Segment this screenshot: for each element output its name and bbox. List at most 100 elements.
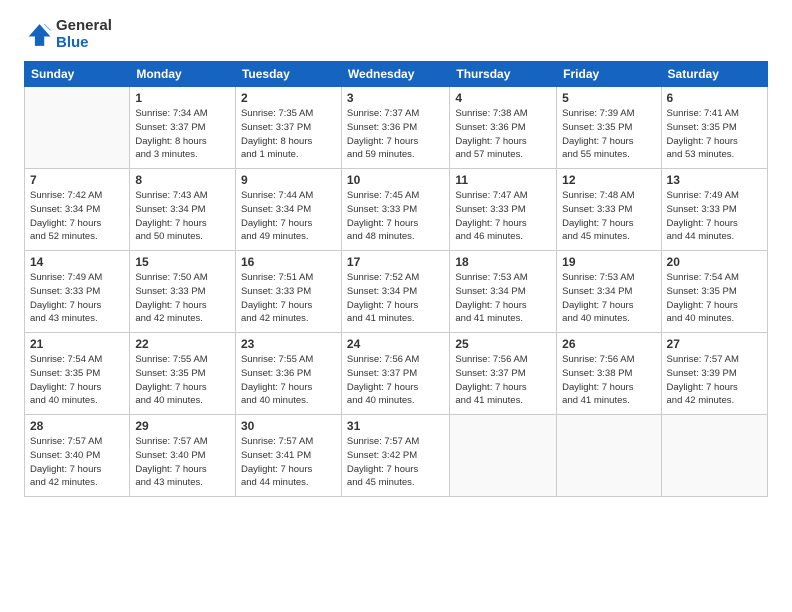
logo-icon: [24, 21, 52, 49]
calendar-cell: 11 Sunrise: 7:47 AMSunset: 3:33 PMDayligh…: [450, 169, 557, 251]
day-number: 8: [135, 173, 230, 187]
header: General Blue: [24, 18, 768, 51]
day-info: Sunrise: 7:37 AMSunset: 3:36 PMDaylight:…: [347, 107, 444, 162]
calendar-cell: 21 Sunrise: 7:54 AMSunset: 3:35 PMDayligh…: [25, 333, 130, 415]
day-info: Sunrise: 7:51 AMSunset: 3:33 PMDaylight:…: [241, 271, 336, 326]
calendar-header-row: SundayMondayTuesdayWednesdayThursdayFrid…: [25, 62, 768, 87]
day-info: Sunrise: 7:38 AMSunset: 3:36 PMDaylight:…: [455, 107, 551, 162]
day-info: Sunrise: 7:57 AMSunset: 3:39 PMDaylight:…: [667, 353, 762, 408]
day-number: 19: [562, 255, 655, 269]
day-number: 26: [562, 337, 655, 351]
day-number: 28: [30, 419, 124, 433]
day-info: Sunrise: 7:56 AMSunset: 3:37 PMDaylight:…: [347, 353, 444, 408]
day-number: 30: [241, 419, 336, 433]
calendar-cell: 19Sunrise: 7:53 AMSunset: 3:34 PMDayligh…: [557, 251, 661, 333]
calendar-cell: 3 Sunrise: 7:37 AMSunset: 3:36 PMDaylight…: [341, 87, 449, 169]
day-info: Sunrise: 7:56 AMSunset: 3:38 PMDaylight:…: [562, 353, 655, 408]
day-info: Sunrise: 7:57 AMSunset: 3:42 PMDaylight:…: [347, 435, 444, 490]
day-info: Sunrise: 7:44 AMSunset: 3:34 PMDaylight:…: [241, 189, 336, 244]
calendar-cell: 4 Sunrise: 7:38 AMSunset: 3:36 PMDaylight…: [450, 87, 557, 169]
calendar-cell: [450, 415, 557, 497]
logo-line1: General: [56, 18, 112, 35]
weekday-header: Monday: [130, 62, 236, 87]
day-info: Sunrise: 7:43 AMSunset: 3:34 PMDaylight:…: [135, 189, 230, 244]
calendar-cell: 6Sunrise: 7:41 AMSunset: 3:35 PMDaylight…: [661, 87, 767, 169]
calendar-cell: 14Sunrise: 7:49 AMSunset: 3:33 PMDayligh…: [25, 251, 130, 333]
weekday-header: Thursday: [450, 62, 557, 87]
day-info: Sunrise: 7:54 AMSunset: 3:35 PMDaylight:…: [30, 353, 124, 408]
calendar-cell: 7Sunrise: 7:42 AMSunset: 3:34 PMDaylight…: [25, 169, 130, 251]
calendar-cell: 2Sunrise: 7:35 AMSunset: 3:37 PMDaylight…: [235, 87, 341, 169]
calendar-cell: 13 Sunrise: 7:49 AMSunset: 3:33 PMDayligh…: [661, 169, 767, 251]
day-number: 1: [135, 91, 230, 105]
calendar-cell: 15 Sunrise: 7:50 AMSunset: 3:33 PMDayligh…: [130, 251, 236, 333]
calendar-cell: 16 Sunrise: 7:51 AMSunset: 3:33 PMDayligh…: [235, 251, 341, 333]
day-number: 17: [347, 255, 444, 269]
day-number: 5: [562, 91, 655, 105]
day-number: 16: [241, 255, 336, 269]
day-info: Sunrise: 7:50 AMSunset: 3:33 PMDaylight:…: [135, 271, 230, 326]
day-info: Sunrise: 7:39 AMSunset: 3:35 PMDaylight:…: [562, 107, 655, 162]
weekday-header: Wednesday: [341, 62, 449, 87]
day-number: 20: [667, 255, 762, 269]
calendar-cell: 17 Sunrise: 7:52 AMSunset: 3:34 PMDayligh…: [341, 251, 449, 333]
calendar-cell: 18Sunrise: 7:53 AMSunset: 3:34 PMDayligh…: [450, 251, 557, 333]
weekday-header: Sunday: [25, 62, 130, 87]
day-number: 11: [455, 173, 551, 187]
day-info: Sunrise: 7:34 AMSunset: 3:37 PMDaylight:…: [135, 107, 230, 162]
day-info: Sunrise: 7:57 AMSunset: 3:40 PMDaylight:…: [30, 435, 124, 490]
day-number: 3: [347, 91, 444, 105]
calendar-cell: 8 Sunrise: 7:43 AMSunset: 3:34 PMDaylight…: [130, 169, 236, 251]
day-number: 25: [455, 337, 551, 351]
weekday-header: Tuesday: [235, 62, 341, 87]
day-number: 4: [455, 91, 551, 105]
day-info: Sunrise: 7:55 AMSunset: 3:35 PMDaylight:…: [135, 353, 230, 408]
day-info: Sunrise: 7:53 AMSunset: 3:34 PMDaylight:…: [455, 271, 551, 326]
calendar-week-row: 28 Sunrise: 7:57 AMSunset: 3:40 PMDayligh…: [25, 415, 768, 497]
calendar-week-row: 1 Sunrise: 7:34 AMSunset: 3:37 PMDaylight…: [25, 87, 768, 169]
logo-text: General Blue: [56, 18, 112, 51]
calendar-cell: 23 Sunrise: 7:55 AMSunset: 3:36 PMDayligh…: [235, 333, 341, 415]
day-info: Sunrise: 7:57 AMSunset: 3:40 PMDaylight:…: [135, 435, 230, 490]
calendar-cell: 12Sunrise: 7:48 AMSunset: 3:33 PMDayligh…: [557, 169, 661, 251]
day-info: Sunrise: 7:52 AMSunset: 3:34 PMDaylight:…: [347, 271, 444, 326]
day-number: 21: [30, 337, 124, 351]
calendar-cell: 25 Sunrise: 7:56 AMSunset: 3:37 PMDayligh…: [450, 333, 557, 415]
calendar-cell: 29 Sunrise: 7:57 AMSunset: 3:40 PMDayligh…: [130, 415, 236, 497]
day-info: Sunrise: 7:49 AMSunset: 3:33 PMDaylight:…: [30, 271, 124, 326]
logo: General Blue: [24, 18, 112, 51]
day-info: Sunrise: 7:47 AMSunset: 3:33 PMDaylight:…: [455, 189, 551, 244]
calendar-cell: 22 Sunrise: 7:55 AMSunset: 3:35 PMDayligh…: [130, 333, 236, 415]
day-number: 29: [135, 419, 230, 433]
day-info: Sunrise: 7:45 AMSunset: 3:33 PMDaylight:…: [347, 189, 444, 244]
day-info: Sunrise: 7:54 AMSunset: 3:35 PMDaylight:…: [667, 271, 762, 326]
calendar-table: SundayMondayTuesdayWednesdayThursdayFrid…: [24, 61, 768, 497]
day-info: Sunrise: 7:49 AMSunset: 3:33 PMDaylight:…: [667, 189, 762, 244]
day-info: Sunrise: 7:57 AMSunset: 3:41 PMDaylight:…: [241, 435, 336, 490]
day-number: 9: [241, 173, 336, 187]
day-info: Sunrise: 7:56 AMSunset: 3:37 PMDaylight:…: [455, 353, 551, 408]
day-number: 15: [135, 255, 230, 269]
calendar-cell: [25, 87, 130, 169]
calendar-cell: 28 Sunrise: 7:57 AMSunset: 3:40 PMDayligh…: [25, 415, 130, 497]
day-number: 23: [241, 337, 336, 351]
calendar-week-row: 21 Sunrise: 7:54 AMSunset: 3:35 PMDayligh…: [25, 333, 768, 415]
calendar-week-row: 7Sunrise: 7:42 AMSunset: 3:34 PMDaylight…: [25, 169, 768, 251]
day-info: Sunrise: 7:55 AMSunset: 3:36 PMDaylight:…: [241, 353, 336, 408]
calendar-cell: 27Sunrise: 7:57 AMSunset: 3:39 PMDayligh…: [661, 333, 767, 415]
calendar-cell: 5 Sunrise: 7:39 AMSunset: 3:35 PMDaylight…: [557, 87, 661, 169]
day-number: 13: [667, 173, 762, 187]
day-number: 22: [135, 337, 230, 351]
day-number: 10: [347, 173, 444, 187]
page: General Blue SundayMondayTuesdayWednesda…: [0, 0, 792, 612]
weekday-header: Friday: [557, 62, 661, 87]
calendar-cell: [557, 415, 661, 497]
day-info: Sunrise: 7:41 AMSunset: 3:35 PMDaylight:…: [667, 107, 762, 162]
day-info: Sunrise: 7:48 AMSunset: 3:33 PMDaylight:…: [562, 189, 655, 244]
calendar-cell: 30 Sunrise: 7:57 AMSunset: 3:41 PMDayligh…: [235, 415, 341, 497]
calendar-cell: [661, 415, 767, 497]
calendar-cell: 24Sunrise: 7:56 AMSunset: 3:37 PMDayligh…: [341, 333, 449, 415]
calendar-cell: 10 Sunrise: 7:45 AMSunset: 3:33 PMDayligh…: [341, 169, 449, 251]
day-info: Sunrise: 7:42 AMSunset: 3:34 PMDaylight:…: [30, 189, 124, 244]
weekday-header: Saturday: [661, 62, 767, 87]
